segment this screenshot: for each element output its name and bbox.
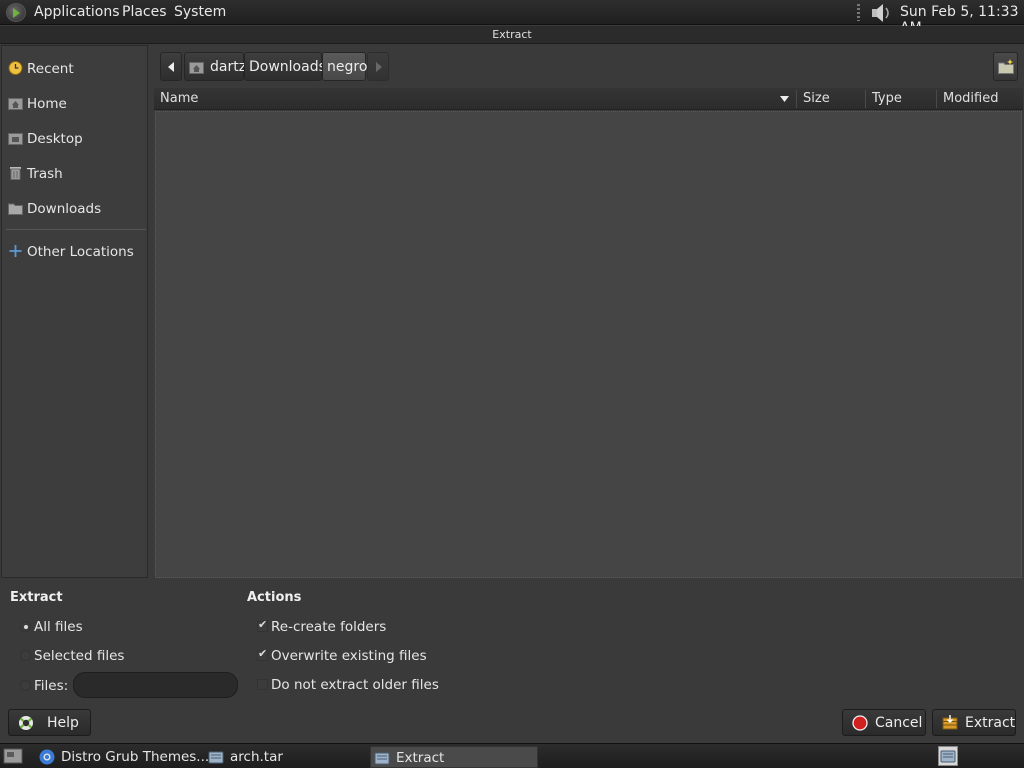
radio-selected-files[interactable]: Selected files [20, 646, 140, 666]
column-header-name[interactable]: Name [160, 91, 198, 106]
task-extract[interactable]: Extract [370, 746, 538, 768]
sidebar-item-label: Downloads [27, 201, 102, 217]
help-button-label: Help [47, 715, 79, 731]
sidebar-item-other-locations[interactable]: Other Locations [6, 239, 146, 265]
clock-icon [8, 61, 23, 75]
extract-section-title: Extract [10, 590, 63, 605]
column-separator[interactable] [865, 90, 866, 108]
path-segment-label: negro [327, 59, 368, 75]
checkbox-label: Overwrite existing files [271, 648, 427, 664]
new-folder-icon [998, 59, 1014, 74]
sidebar-item-label: Trash [27, 166, 63, 182]
menu-applications[interactable]: Applications [34, 4, 120, 20]
dialog-title-bar: Extract [0, 26, 1024, 44]
sidebar-item-label: Recent [27, 61, 74, 77]
sidebar-separator [6, 229, 146, 230]
task-label: Extract [396, 750, 445, 766]
path-back-button[interactable] [160, 52, 182, 81]
home-folder-icon [189, 62, 204, 74]
checkbox-overwrite-existing[interactable]: Overwrite existing files [257, 646, 427, 666]
dialog-title: Extract [492, 28, 532, 41]
cancel-icon [852, 715, 868, 731]
checkbox-do-not-extract-older[interactable]: Do not extract older files [257, 675, 439, 695]
column-header-modified[interactable]: Modified [943, 91, 998, 106]
radio-indicator[interactable] [20, 680, 31, 691]
actions-section-title: Actions [247, 590, 302, 605]
path-segment-downloads[interactable]: Downloads [244, 52, 326, 81]
archive-tray-icon[interactable] [938, 746, 958, 766]
radio-label: All files [34, 619, 83, 635]
new-folder-button[interactable] [993, 52, 1018, 81]
checkbox-indicator[interactable] [257, 647, 268, 661]
help-lifebuoy-icon [19, 716, 33, 730]
file-list-header: Name Size Type Modified [154, 88, 1023, 110]
menu-places[interactable]: Places [122, 4, 167, 20]
path-segment-label: dartz [210, 59, 247, 75]
cancel-button-label: Cancel [875, 715, 923, 731]
path-segment-label: Downloads [249, 59, 326, 75]
sidebar-item-home[interactable]: Home [6, 91, 146, 117]
plus-icon [9, 245, 22, 257]
taskbar: Distro Grub Themes... arch.tar Extract [0, 743, 1024, 768]
column-separator[interactable] [796, 90, 797, 108]
distro-logo-icon[interactable] [6, 3, 26, 22]
menu-system[interactable]: System [174, 4, 226, 20]
path-segment-negro[interactable]: negro [322, 52, 368, 81]
extract-button-label: Extract [965, 715, 1016, 731]
trash-icon [10, 167, 21, 180]
task-label: arch.tar [230, 749, 283, 765]
top-panel: Applications Places System Sun Feb 5, 11… [0, 0, 1024, 36]
checkbox-recreate-folders[interactable]: Re-create folders [257, 617, 427, 637]
sidebar-item-recent[interactable]: Recent [6, 56, 146, 82]
sidebar-item-trash[interactable]: Trash [6, 161, 146, 187]
sidebar-item-downloads[interactable]: Downloads [6, 196, 146, 222]
browser-icon [39, 749, 55, 765]
radio-indicator[interactable] [20, 621, 31, 632]
column-header-type[interactable]: Type [872, 91, 902, 106]
path-segment-dartz[interactable]: dartz [184, 52, 247, 81]
path-forward-button[interactable] [367, 52, 389, 81]
radio-all-files[interactable]: All files [20, 617, 140, 637]
volume-icon[interactable] [869, 3, 893, 23]
task-distro-grub-themes[interactable]: Distro Grub Themes... [36, 746, 209, 768]
sidebar-item-label: Other Locations [27, 244, 134, 260]
sidebar-item-label: Desktop [27, 131, 83, 147]
extract-archive-icon [942, 715, 958, 730]
sidebar-item-desktop[interactable]: Desktop [6, 126, 146, 152]
cancel-button[interactable]: Cancel [842, 709, 926, 736]
checkbox-indicator[interactable] [257, 618, 268, 632]
extract-button[interactable]: Extract [932, 709, 1016, 736]
task-arch-tar[interactable]: arch.tar [205, 746, 365, 768]
desktop-folder-icon [8, 133, 23, 145]
tray-handle[interactable] [857, 4, 860, 21]
column-header-size[interactable]: Size [803, 91, 830, 106]
show-desktop-icon[interactable] [3, 747, 23, 765]
checkbox-indicator[interactable] [257, 679, 268, 690]
places-sidebar: Recent Home Desktop Trash Downloads Othe… [1, 45, 148, 578]
radio-files-pattern[interactable]: Files: [20, 676, 72, 696]
checkbox-label: Re-create folders [271, 619, 387, 635]
radio-label: Selected files [34, 648, 125, 664]
help-button[interactable]: Help [8, 709, 91, 736]
archive-icon [374, 752, 390, 765]
folder-icon [8, 203, 23, 215]
archive-icon [208, 751, 224, 764]
files-pattern-input[interactable] [73, 672, 238, 698]
home-folder-icon [8, 98, 23, 110]
chevron-left-icon [168, 62, 174, 72]
sidebar-item-label: Home [27, 96, 67, 112]
chevron-right-icon [376, 62, 382, 72]
radio-label: Files: [34, 678, 69, 694]
chevron-down-icon[interactable] [780, 96, 789, 102]
radio-indicator[interactable] [20, 650, 31, 661]
path-bar: dartz Downloads negro [160, 52, 390, 81]
column-separator[interactable] [936, 90, 937, 108]
checkbox-label: Do not extract older files [271, 677, 439, 693]
task-label: Distro Grub Themes... [61, 749, 210, 765]
file-list[interactable] [155, 111, 1022, 578]
